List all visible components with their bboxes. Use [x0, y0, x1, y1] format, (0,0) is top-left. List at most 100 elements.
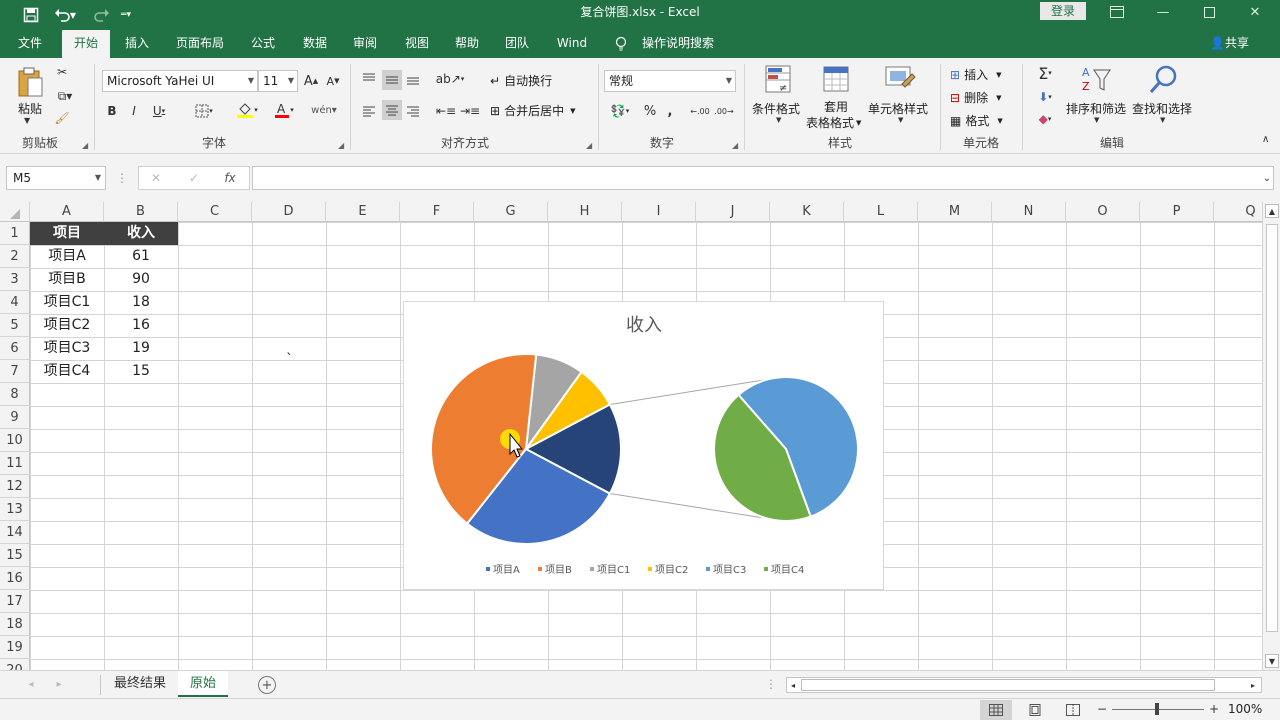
normal-view-icon[interactable] [980, 700, 1012, 720]
column-header-J[interactable]: J [696, 202, 770, 222]
find-select-button[interactable]: 查找和选择 [1132, 100, 1192, 117]
delete-cells-button[interactable]: ⊟ 删除 ▼ [950, 89, 1001, 106]
accounting-format-icon[interactable]: 💱 ▾ [606, 102, 634, 120]
minimize-icon[interactable]: — [1140, 0, 1186, 24]
cell-B7[interactable]: 15 [104, 360, 178, 383]
column-header-Q[interactable]: Q [1214, 202, 1262, 222]
legend-label-项目C4[interactable]: 项目C4 [771, 564, 804, 576]
zoom-out-icon[interactable]: − [1096, 702, 1108, 716]
login-button[interactable]: 登录 [1040, 2, 1086, 20]
row-header-17[interactable]: 17 [0, 590, 30, 613]
paste-dropdown-icon[interactable]: ▼ [24, 116, 30, 125]
column-header-G[interactable]: G [474, 202, 548, 222]
paste-button[interactable]: 粘贴 [18, 100, 42, 117]
conditional-format-icon[interactable]: ≠ [764, 64, 794, 94]
fill-color-icon[interactable]: ▾ [232, 100, 262, 120]
scroll-down-icon[interactable]: ▼ [1265, 654, 1279, 668]
cell-B3[interactable]: 90 [104, 268, 178, 291]
scroll-right-icon[interactable]: ▸ [1247, 678, 1259, 692]
copy-icon[interactable]: ⧉▾ [54, 88, 76, 104]
tab-home[interactable]: 开始 [62, 30, 110, 58]
column-header-C[interactable]: C [178, 202, 252, 222]
cell-B5[interactable]: 16 [104, 314, 178, 337]
insert-function-icon[interactable]: fx [221, 169, 239, 187]
row-header-11[interactable]: 11 [0, 452, 30, 475]
chart-title[interactable]: 收入 [626, 315, 662, 336]
align-middle-icon[interactable] [382, 70, 402, 90]
font-color-icon[interactable]: A ▾ [270, 100, 298, 120]
next-sheet-icon[interactable]: ▸ [52, 677, 66, 691]
column-header-O[interactable]: O [1066, 202, 1140, 222]
column-header-A[interactable]: A [30, 202, 104, 222]
align-left-icon[interactable] [360, 102, 378, 120]
merge-center-button[interactable]: ⊞ 合并后居中 ▼ [490, 102, 575, 119]
row-header-5[interactable]: 5 [0, 314, 30, 337]
column-header-B[interactable]: B [104, 202, 178, 222]
zoom-slider-thumb[interactable] [1155, 703, 1159, 715]
format-as-table-icon[interactable] [822, 64, 852, 94]
cell-styles-button[interactable]: 单元格样式 [868, 100, 928, 117]
close-icon[interactable]: ✕ [1232, 0, 1278, 24]
row-header-18[interactable]: 18 [0, 613, 30, 636]
column-header-N[interactable]: N [992, 202, 1066, 222]
alignment-launcher-icon[interactable]: ◢ [586, 141, 592, 150]
zoom-level[interactable]: 100% [1228, 702, 1262, 716]
column-header-F[interactable]: F [400, 202, 474, 222]
cut-icon[interactable]: ✂ [54, 64, 70, 80]
insert-cells-button[interactable]: ⊞ 插入 ▼ [950, 66, 1001, 83]
row-header-13[interactable]: 13 [0, 498, 30, 521]
comma-icon[interactable]: , [664, 102, 676, 120]
column-header-L[interactable]: L [844, 202, 918, 222]
cell-A6[interactable]: 项目C3 [30, 337, 104, 360]
scroll-left-icon[interactable]: ◂ [787, 678, 799, 692]
align-right-icon[interactable] [404, 102, 422, 120]
row-header-8[interactable]: 8 [0, 383, 30, 406]
expand-formula-icon[interactable]: ⌄ [1260, 170, 1274, 186]
legend-label-项目C2[interactable]: 项目C2 [655, 564, 688, 576]
column-header-E[interactable]: E [326, 202, 400, 222]
align-top-icon[interactable] [360, 70, 378, 88]
row-header-19[interactable]: 19 [0, 636, 30, 659]
chart-legend[interactable]: 项目A 项目B 项目C1 项目C2 项目C3 项目C4 [486, 564, 804, 576]
cancel-icon[interactable]: ✕ [147, 169, 165, 187]
paste-icon[interactable] [16, 66, 46, 97]
increase-font-icon[interactable]: A ▲ [302, 72, 320, 90]
row-header-3[interactable]: 3 [0, 268, 30, 291]
format-painter-icon[interactable]: 🖌 [54, 110, 70, 126]
save-icon[interactable] [16, 0, 46, 30]
row-header-14[interactable]: 14 [0, 521, 30, 544]
tab-page-layout[interactable]: 页面布局 [168, 30, 232, 58]
bold-icon[interactable]: B [104, 102, 120, 120]
share-button[interactable]: 👤共享 [1210, 30, 1249, 58]
prev-sheet-icon[interactable]: ◂ [24, 677, 38, 691]
select-all-corner[interactable] [0, 202, 30, 222]
column-header-I[interactable]: I [622, 202, 696, 222]
format-cells-button[interactable]: ▦ 格式 ▼ [950, 112, 1003, 129]
align-bottom-icon[interactable] [404, 70, 422, 88]
cell-A3[interactable]: 项目B [30, 268, 104, 291]
enter-icon[interactable]: ✓ [185, 169, 203, 187]
row-header-16[interactable]: 16 [0, 567, 30, 590]
sheet-tab-original[interactable]: 原始 [178, 671, 228, 697]
cell-styles-icon[interactable] [884, 64, 916, 94]
page-layout-view-icon[interactable] [1024, 700, 1046, 720]
legend-label-项目B[interactable]: 项目B [545, 564, 572, 576]
legend-label-项目A[interactable]: 项目A [493, 564, 520, 576]
secondary-pie[interactable] [713, 376, 859, 522]
zoom-in-icon[interactable]: + [1208, 702, 1220, 716]
tab-file[interactable]: 文件 [8, 30, 52, 58]
tab-team[interactable]: 团队 [496, 30, 538, 58]
tab-insert[interactable]: 插入 [116, 30, 158, 58]
decrease-decimal-icon[interactable]: .00→ [714, 102, 734, 120]
cell-A7[interactable]: 项目C4 [30, 360, 104, 383]
row-header-9[interactable]: 9 [0, 406, 30, 429]
page-break-view-icon[interactable] [1062, 700, 1084, 720]
row-header-4[interactable]: 4 [0, 291, 30, 314]
clipboard-launcher-icon[interactable]: ◢ [82, 141, 88, 150]
font-launcher-icon[interactable]: ◢ [338, 141, 344, 150]
orientation-icon[interactable]: ab↗ ▾ [436, 70, 465, 88]
row-header-20[interactable]: 20 [0, 659, 30, 670]
cell-A5[interactable]: 项目C2 [30, 314, 104, 337]
tell-me-search[interactable]: 操作说明搜索 [638, 30, 718, 58]
tab-review[interactable]: 审阅 [344, 30, 386, 58]
